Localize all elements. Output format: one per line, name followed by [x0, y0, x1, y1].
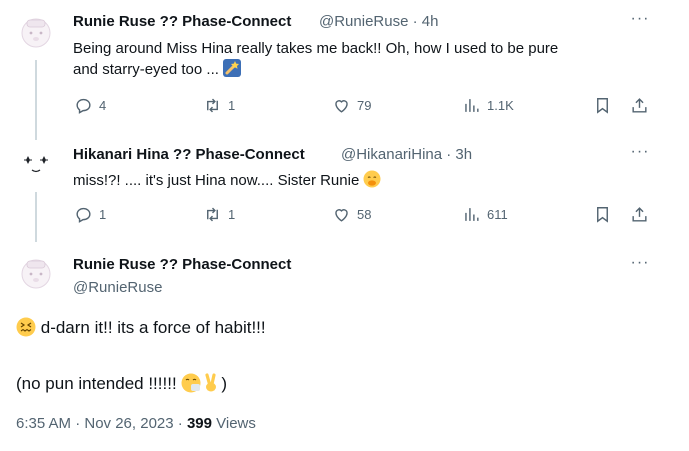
reply-count: 1 [99, 207, 107, 222]
views-chart-icon [465, 208, 479, 221]
share-button[interactable] [630, 205, 649, 224]
like-count: 79 [357, 98, 372, 113]
tweet-handle-time[interactable]: @RunieRuse · 4h [319, 13, 438, 30]
heart-icon [335, 100, 348, 113]
face-with-hand-over-mouth-emoji-icon [363, 170, 381, 188]
tweet-handle-time[interactable]: @HikanariHina · 3h [341, 146, 472, 163]
tweet-text-line: Being around Miss Hina really takes me b… [73, 40, 559, 57]
reply-button[interactable]: 4 [74, 96, 106, 115]
tweet-author-name[interactable]: Hikanari Hina ?? Phase-Connect [73, 146, 305, 163]
main-tweet-line-2: (no pun intended !!!!!! ) [16, 372, 666, 396]
more-options-icon[interactable]: ··· [629, 144, 651, 167]
retweet-icon [207, 98, 218, 113]
more-options-icon[interactable]: ··· [629, 255, 651, 278]
timestamp-text: 6:35 AM · Nov 26, 2023 · [16, 415, 187, 432]
tweet-text-line-2: and starry-eyed too ... [73, 61, 219, 78]
views-button[interactable]: 1.1K [462, 96, 514, 115]
share-icon [632, 98, 647, 113]
views-button[interactable]: 611 [462, 205, 508, 224]
avatar-hina[interactable] [16, 144, 56, 184]
like-button[interactable]: 58 [332, 205, 371, 224]
confounded-face-emoji-icon [16, 317, 36, 337]
heart-icon [335, 209, 348, 222]
tweet-text: Being around Miss Hina really takes me b… [73, 39, 663, 80]
share-button[interactable] [630, 96, 649, 115]
tweet-text: miss!?! .... it's just Hina now.... Sist… [73, 170, 663, 191]
retweet-button[interactable]: 1 [203, 96, 235, 115]
main-tweet-line-1: d-darn it!! its a force of habit!!! [16, 316, 666, 340]
sneezing-face-emoji-icon [181, 373, 201, 393]
views-chart-icon [465, 99, 479, 112]
retweet-icon [207, 207, 218, 222]
main-tweet-text: d-darn it!! its a force of habit!!! (no … [16, 316, 666, 396]
main-tweet-line-1-text: d-darn it!! its a force of habit!!! [40, 318, 266, 337]
more-options-icon[interactable]: ··· [629, 11, 651, 34]
thread-line [35, 192, 37, 242]
reply-count: 4 [99, 98, 107, 113]
views-label: Views [211, 415, 256, 432]
victory-hand-emoji-icon [201, 373, 221, 393]
bookmark-icon [597, 98, 608, 114]
like-button[interactable]: 79 [332, 96, 371, 115]
main-tweet-timestamp[interactable]: 6:35 AM · Nov 26, 2023 · 399 Views [16, 415, 256, 432]
reply-icon [76, 207, 91, 223]
main-tweet-handle[interactable]: @RunieRuse [73, 279, 162, 296]
bookmark-button[interactable] [593, 205, 612, 224]
thread-line [35, 60, 37, 140]
tweet-author-name[interactable]: Runie Ruse ?? Phase-Connect [73, 13, 291, 30]
retweet-button[interactable]: 1 [203, 205, 235, 224]
bookmark-icon [597, 207, 608, 223]
views-count: 399 [186, 415, 212, 432]
views-count: 611 [487, 207, 508, 222]
like-count: 58 [357, 207, 372, 222]
avatar-runie[interactable] [16, 12, 56, 52]
tweet-text-line: miss!?! .... it's just Hina now.... Sist… [73, 172, 360, 189]
main-tweet-author-name[interactable]: Runie Ruse ?? Phase-Connect [73, 256, 291, 273]
reply-button[interactable]: 1 [74, 205, 106, 224]
avatar-runie[interactable] [16, 253, 56, 293]
views-count: 1.1K [487, 98, 514, 113]
bookmark-button[interactable] [593, 96, 612, 115]
reply-icon [76, 98, 91, 114]
shooting-star-emoji-icon [223, 59, 242, 77]
main-tweet-line-2-text: (no pun intended !!!!!! [16, 374, 182, 393]
line-spacer [16, 340, 666, 372]
retweet-count: 1 [228, 98, 236, 113]
share-icon [632, 207, 647, 222]
retweet-count: 1 [228, 207, 236, 222]
main-tweet-line-2-end: ) [221, 374, 228, 393]
tweet-text-line: and starry-eyed too ... [73, 59, 663, 80]
